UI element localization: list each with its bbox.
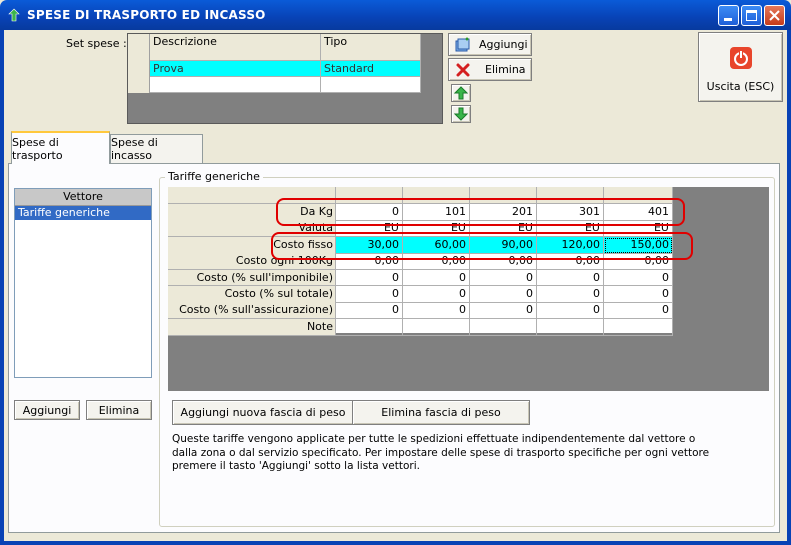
row-label: Costo (% sull'imponibile) (168, 269, 336, 287)
tariffe-cell[interactable]: 0 (336, 269, 403, 287)
power-icon (729, 46, 752, 69)
set-spese-empty-row[interactable] (150, 77, 321, 93)
delete-weight-band-button[interactable]: Elimina fascia di peso (352, 400, 530, 425)
close-button[interactable] (764, 5, 785, 26)
row-label: Costo (% sull'assicurazione) (168, 302, 336, 320)
row-label: Note (168, 318, 336, 336)
tariffe-cell[interactable]: 0 (604, 286, 673, 303)
set-spese-label: Set spese : (66, 37, 127, 50)
tariffe-cell[interactable]: 0 (336, 302, 403, 320)
set-spese-row-descrizione[interactable]: Prova (150, 61, 321, 77)
move-down-button[interactable] (451, 105, 471, 123)
column-header-tipo[interactable]: Tipo (321, 34, 421, 61)
tariffe-cell[interactable]: 0 (403, 302, 470, 320)
aggiungi-set-button[interactable]: Aggiungi (448, 33, 532, 56)
elimina-set-button[interactable]: Elimina (448, 58, 532, 81)
tariffe-cell[interactable]: 0 (470, 269, 537, 287)
tariffe-cell[interactable] (604, 318, 673, 336)
annotation-box-da-kg (276, 198, 685, 226)
tariffe-cell[interactable] (470, 318, 537, 336)
info-text: Queste tariffe vengono applicate per tut… (172, 433, 710, 472)
tariffe-cell[interactable]: 0 (470, 302, 537, 320)
add-weight-band-button[interactable]: Aggiungi nuova fascia di peso (172, 400, 354, 425)
minimize-button[interactable] (718, 5, 739, 26)
tariffe-cell[interactable] (537, 318, 604, 336)
tariffe-group-title: Tariffe generiche (165, 170, 263, 183)
add-icon (455, 36, 470, 51)
tab-spese-incasso[interactable]: Spese di incasso (110, 134, 203, 163)
tariffe-cell[interactable]: 0 (403, 269, 470, 287)
tariffe-cell[interactable]: 0 (537, 302, 604, 320)
move-up-button[interactable] (451, 84, 471, 102)
tariffe-cell[interactable]: 0 (604, 269, 673, 287)
uscita-button[interactable]: Uscita (ESC) (698, 32, 783, 102)
set-spese-grid[interactable]: Descrizione Tipo Prova Standard (127, 33, 443, 124)
tariffe-cell[interactable]: 0 (403, 286, 470, 303)
tariffe-cell[interactable]: 0 (336, 286, 403, 303)
window-title: SPESE DI TRASPORTO ED INCASSO (27, 8, 266, 22)
tariffe-cell[interactable] (403, 318, 470, 336)
tariffe-cell[interactable]: 0 (537, 269, 604, 287)
set-spese-empty-row[interactable] (321, 77, 421, 93)
vettore-elimina-button[interactable]: Elimina (86, 400, 152, 420)
annotation-box-costo-fisso (271, 232, 693, 260)
arrow-up-icon (454, 86, 468, 100)
row-label: Costo (% sul totale) (168, 286, 336, 303)
close-icon (769, 10, 780, 21)
app-icon (8, 8, 20, 22)
tab-spese-trasporto[interactable]: Spese di trasporto (11, 131, 110, 164)
window-frame (0, 541, 791, 545)
vettore-aggiungi-button[interactable]: Aggiungi (14, 400, 80, 420)
delete-icon (456, 63, 470, 76)
arrow-down-icon (454, 107, 468, 121)
tariffe-cell[interactable]: 0 (537, 286, 604, 303)
vettore-header: Vettore (15, 189, 151, 206)
column-header-descrizione[interactable]: Descrizione (150, 34, 321, 61)
tariffe-cell[interactable] (336, 318, 403, 336)
vettore-item-tariffe-generiche[interactable]: Tariffe generiche (15, 206, 151, 220)
maximize-button[interactable] (741, 5, 762, 26)
set-spese-row-tipo[interactable]: Standard (321, 61, 421, 77)
window-frame (787, 30, 791, 545)
vettore-list[interactable]: Vettore Tariffe generiche (14, 188, 152, 378)
tariffe-cell[interactable]: 0 (470, 286, 537, 303)
tariffe-cell[interactable]: 0 (604, 302, 673, 320)
window-frame (0, 30, 4, 545)
